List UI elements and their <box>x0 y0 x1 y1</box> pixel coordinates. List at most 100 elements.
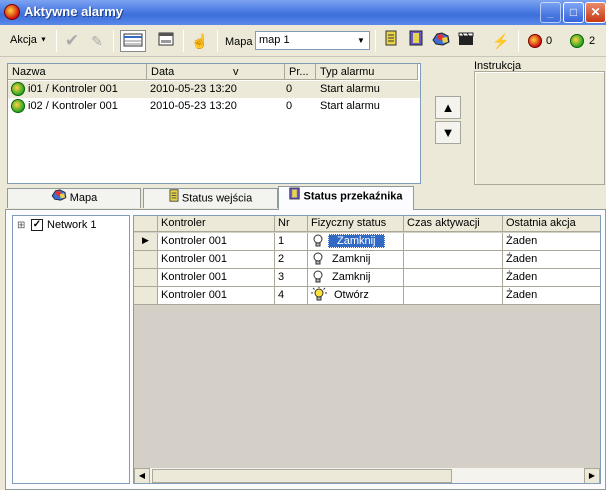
bulb-off-icon <box>313 234 323 250</box>
bulb-on-icon <box>310 287 328 304</box>
minimize-button[interactable]: _ <box>540 2 561 23</box>
column-header-type[interactable]: Typ alarmu <box>316 64 418 80</box>
relay-status-icon <box>289 187 301 206</box>
red-alarm-icon[interactable] <box>528 34 542 48</box>
status-cell[interactable]: Zamknij <box>308 251 404 269</box>
table-row[interactable]: Kontroler 001 4 Otwórz Żaden <box>134 287 600 305</box>
status-value: Zamknij <box>332 271 371 283</box>
confirm-check-icon[interactable]: ✔ <box>61 30 83 52</box>
akcja-label: Akcja <box>10 34 37 46</box>
network-checkbox[interactable]: ✓ <box>31 219 43 231</box>
scrollbar-thumb[interactable] <box>152 469 452 483</box>
close-button[interactable]: ✕ <box>585 2 606 23</box>
activation-time-cell <box>404 251 503 269</box>
column-header-last-action[interactable]: Ostatnia akcja <box>503 216 600 232</box>
alarm-type: Start alarmu <box>320 100 380 112</box>
status-cell[interactable]: Otwórz <box>308 287 404 305</box>
move-down-button[interactable]: ▼ <box>435 121 461 144</box>
tab-strip: Mapa Status wejścia Status przekaźnika <box>5 186 606 210</box>
column-header-nr[interactable]: Nr <box>275 216 308 232</box>
alarm-row[interactable]: i02 / Kontroler 001 2010-05-23 13:20 0 S… <box>8 98 420 115</box>
last-action-cell: Żaden <box>503 287 600 305</box>
column-header-name[interactable]: Nazwa <box>8 64 147 80</box>
tab-status-wejscia[interactable]: Status wejścia <box>143 188 278 208</box>
status-cell[interactable]: Zamknij <box>308 269 404 287</box>
column-header-date-label: Data <box>151 66 175 78</box>
map-select[interactable]: map 1 ▼ <box>255 31 370 50</box>
tree-expander-icon[interactable]: ⊞ <box>17 220 25 231</box>
toolbar-separator <box>518 30 519 52</box>
scroll-right-icon[interactable]: ▶ <box>584 468 600 483</box>
move-up-button[interactable]: ▲ <box>435 96 461 119</box>
tab-label: Mapa <box>69 192 98 204</box>
clapper-icon[interactable] <box>455 30 477 52</box>
input-status-icon <box>169 189 179 208</box>
green-alarm-count: 2 <box>589 35 596 47</box>
bulb-off-icon <box>313 252 323 268</box>
row-header-corner <box>134 216 158 232</box>
toolbar-separator <box>375 30 376 52</box>
column-header-physical-status[interactable]: Fizyczny status <box>308 216 404 232</box>
lightning-icon[interactable]: ⚡ <box>490 30 512 52</box>
network-tree[interactable]: ⊞ ✓ Network 1 <box>12 215 130 484</box>
status-value: Otwórz <box>334 289 369 301</box>
instruction-box[interactable] <box>474 71 605 185</box>
alarm-row[interactable]: i01 / Kontroler 001 2010-05-23 13:20 0 S… <box>8 81 420 98</box>
status-value: Zamknij <box>332 253 371 265</box>
toolbar: Akcja ▼ ✔ ✎ ☝ Mapa map 1 ▼ ⚡ 0 2 <box>0 25 606 57</box>
table-row[interactable]: ▶ Kontroler 001 1 Zamknij Żaden <box>134 233 600 251</box>
current-row-indicator-icon: ▶ <box>134 233 158 251</box>
toolbar-separator <box>113 30 114 52</box>
relay-status-panel: ⊞ ✓ Network 1 Kontroler Nr Fizyczny stat… <box>5 209 606 490</box>
scroll-left-icon[interactable]: ◀ <box>134 468 150 483</box>
tree-node-label[interactable]: Network 1 <box>47 219 97 231</box>
horizontal-scrollbar[interactable]: ◀ ▶ <box>134 467 600 483</box>
map-select-value: map 1 <box>259 34 290 46</box>
column-header-priority[interactable]: Pr... <box>285 64 316 80</box>
relay-grid[interactable]: Kontroler Nr Fizyczny status Czas aktywa… <box>133 215 601 484</box>
table-row[interactable]: Kontroler 001 3 Zamknij Żaden <box>134 269 600 287</box>
input-status-icon[interactable] <box>380 30 402 52</box>
map-icon[interactable] <box>430 30 452 52</box>
hand-pointer-icon[interactable]: ☝ <box>189 30 211 52</box>
alarm-name: i02 / Kontroler 001 <box>28 100 118 112</box>
bulb-off-icon <box>313 270 323 286</box>
column-header-date[interactable]: Data v <box>147 64 285 80</box>
green-alarm-icon[interactable] <box>570 34 584 48</box>
toolbar-separator <box>56 30 57 52</box>
title-bar: Aktywne alarmy _ □ ✕ <box>0 0 606 25</box>
window-view-icon[interactable] <box>155 30 177 52</box>
controller-cell: Kontroler 001 <box>158 251 275 269</box>
nr-cell: 3 <box>275 269 308 287</box>
akcja-menu-button[interactable]: Akcja ▼ <box>10 34 47 58</box>
relay-status-icon[interactable] <box>405 30 427 52</box>
activation-time-cell <box>404 269 503 287</box>
activation-time-cell <box>404 233 503 251</box>
status-value-selected: Zamknij <box>328 234 385 248</box>
active-alarm-icon <box>11 99 25 113</box>
alarm-priority: 0 <box>286 100 293 112</box>
map-label: Mapa <box>225 36 253 48</box>
edit-pen-icon[interactable]: ✎ <box>86 30 108 52</box>
controller-cell: Kontroler 001 <box>158 269 275 287</box>
column-header-controller[interactable]: Kontroler <box>158 216 275 232</box>
chevron-down-icon[interactable]: ▼ <box>354 33 368 48</box>
column-header-activation-time[interactable]: Czas aktywacji <box>404 216 503 232</box>
maximize-button[interactable]: □ <box>563 2 584 23</box>
alarm-name: i01 / Kontroler 001 <box>28 83 118 95</box>
row-header <box>134 251 158 269</box>
nr-cell: 4 <box>275 287 308 305</box>
controller-cell: Kontroler 001 <box>158 287 275 305</box>
alarm-date: 2010-05-23 13:20 <box>150 83 237 95</box>
tab-mapa[interactable]: Mapa <box>7 188 141 208</box>
last-action-cell: Żaden <box>503 269 600 287</box>
status-cell[interactable]: Zamknij <box>308 233 404 251</box>
grid-view-icon[interactable] <box>120 30 146 52</box>
alarm-type: Start alarmu <box>320 83 380 95</box>
table-row[interactable]: Kontroler 001 2 Zamknij Żaden <box>134 251 600 269</box>
nr-cell: 2 <box>275 251 308 269</box>
sort-indicator: v <box>233 66 239 78</box>
tab-status-przekaznika[interactable]: Status przekaźnika <box>278 186 414 210</box>
dropdown-arrow-icon: ▼ <box>39 36 47 44</box>
alarms-table[interactable]: Nazwa Data v Pr... Typ alarmu i01 / Kont… <box>7 63 421 184</box>
